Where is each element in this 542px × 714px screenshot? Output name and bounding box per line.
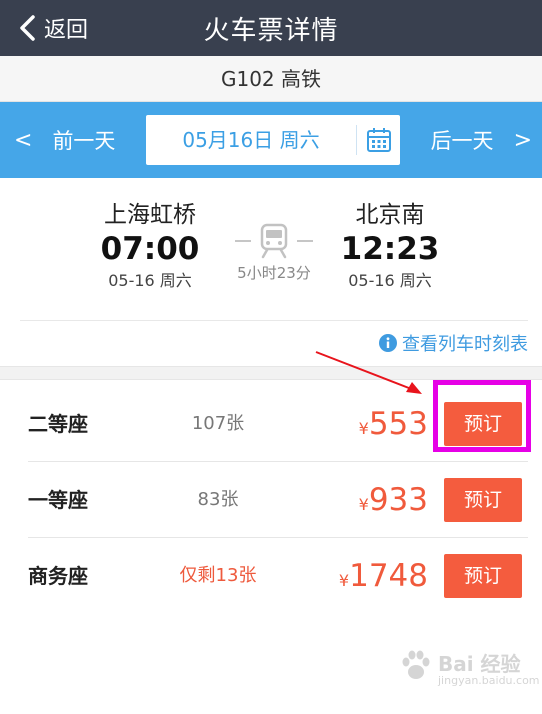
date-bar: < 前一天 05月16日 周六 后一天 > [0,102,542,178]
dash-left [235,240,251,242]
arrival-info: 北京南 12:23 05-16 周六 [328,200,452,294]
currency-symbol: ¥ [358,419,369,438]
section-gap [0,366,542,380]
seat-row-first-class: 一等座 83张 ¥933 预订 [0,462,542,538]
journey-duration-block: 5小时23分 [224,220,324,284]
selected-date: 05月16日 周六 [182,128,320,152]
calendar-icon [367,128,391,152]
prev-day-label: 前一天 [52,129,116,153]
seat-row-business-class: 商务座 仅剩13张 ¥1748 预订 [0,538,542,614]
arrival-time: 12:23 [340,231,440,267]
book-button-first-class[interactable]: 预订 [444,478,522,522]
seat-count: 107张 [191,413,245,434]
price-amount: 553 [368,406,428,442]
seat-price: ¥1748 [339,538,428,614]
date-picker[interactable]: 05月16日 周六 [146,115,400,165]
chevron-right-icon: > [513,127,532,153]
baidu-jingyan-watermark: Bai 经验 jingyan.baidu.com [392,644,540,696]
seat-count-low-stock: 仅剩13张 [179,565,257,586]
page-title: 火车票详情 [203,16,339,46]
watermark-sub: jingyan.baidu.com [438,674,540,687]
currency-symbol: ¥ [358,495,369,514]
price-amount: 1748 [349,558,428,594]
train-number: G102 高铁 [0,56,542,102]
dash-right [297,240,313,242]
book-button-business-class[interactable]: 预订 [444,554,522,598]
seat-class-name: 二等座 [28,412,88,436]
divider [20,320,528,321]
currency-symbol: ¥ [338,571,350,590]
seat-class-name: 一等座 [28,488,88,512]
departure-date: 05-16 周六 [108,271,192,290]
price-amount: 933 [368,482,428,518]
bottom-area: Bai 经验 jingyan.baidu.com [0,612,542,714]
journey-duration: 5小时23分 [237,264,311,282]
departure-info: 上海虹桥 07:00 05-16 周六 [88,200,212,294]
watermark-main: Bai 经验 [438,652,521,676]
seat-class-name: 商务座 [28,564,88,588]
train-icon [260,223,288,259]
arrival-station: 北京南 [355,202,425,228]
chevron-left-icon: < [14,127,33,153]
next-day-button[interactable]: 后一天 > [431,102,532,178]
paw-logo-icon [402,650,430,679]
annotation-highlight-box [433,380,531,452]
departure-time: 07:00 [100,231,200,267]
arrival-date: 05-16 周六 [348,271,432,290]
prev-day-button[interactable]: < 前一天 [14,102,115,178]
date-divider [356,125,357,155]
journey-info: 上海虹桥 07:00 05-16 周六 5小时23分 北京南 12:23 05-… [0,178,542,321]
app-header: 返回 火车票详情 [0,0,542,56]
next-day-label: 后一天 [430,129,494,153]
seat-price: ¥933 [359,462,428,538]
departure-station: 上海虹桥 [104,202,196,228]
seat-count: 83张 [197,489,239,510]
annotation-arrow [315,351,422,394]
